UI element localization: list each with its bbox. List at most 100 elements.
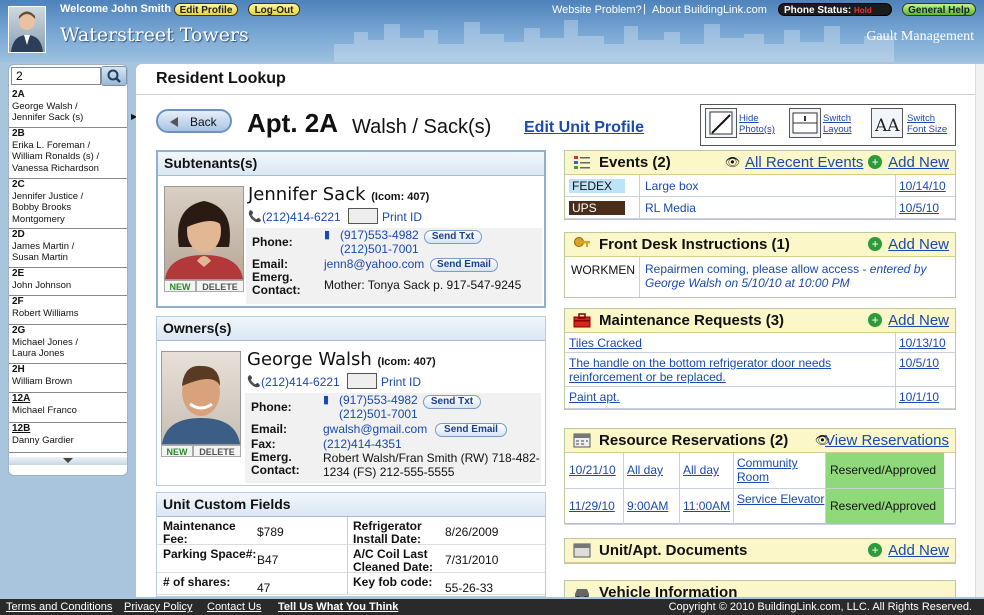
- add-new-label: Add New: [888, 236, 949, 253]
- website-problem-link[interactable]: Website Problem?: [552, 4, 642, 16]
- id-card-icon[interactable]: [347, 373, 377, 389]
- add-new-request[interactable]: + Add New: [868, 312, 949, 329]
- second-phone[interactable]: (212)501-7001: [340, 242, 419, 256]
- delete-button[interactable]: DELETE: [193, 445, 241, 457]
- list-item[interactable]: 2F Robert Williams: [9, 296, 127, 325]
- list-item[interactable]: 2H William Brown: [9, 364, 127, 393]
- view-reservations-link[interactable]: View Reservations: [825, 432, 949, 449]
- event-date[interactable]: 10/5/10: [899, 201, 939, 215]
- edit-profile-button[interactable]: Edit Profile: [174, 3, 238, 16]
- user-avatar[interactable]: [8, 6, 46, 53]
- contact-link[interactable]: Contact Us: [207, 601, 261, 613]
- reservation-resource[interactable]: Service Elevator: [737, 492, 824, 506]
- reservation-end[interactable]: All day: [683, 463, 719, 477]
- phone-status[interactable]: Phone Status: Hold: [778, 3, 892, 16]
- fax-number[interactable]: (212)414-4351: [323, 437, 402, 451]
- send-email-button[interactable]: Send Email: [430, 258, 498, 272]
- events-title: Events (2): [599, 154, 671, 171]
- search-button[interactable]: [101, 66, 127, 86]
- request-description[interactable]: Paint apt.: [569, 390, 620, 404]
- maintenance-row[interactable]: Paint apt. 10/1/10: [565, 387, 955, 409]
- event-description[interactable]: Large box: [645, 179, 698, 193]
- event-date[interactable]: 10/14/10: [899, 179, 946, 193]
- events-header: Events (2) 👁 All Recent Events + Add New: [565, 151, 955, 175]
- terms-link[interactable]: Terms and Conditions: [6, 601, 112, 613]
- reservation-end[interactable]: 11:00AM: [683, 499, 730, 513]
- list-item[interactable]: 2A George Walsh / Jennifer Sack (s): [9, 89, 127, 128]
- welcome-text: Welcome John Smith: [60, 3, 172, 15]
- switch-font-link[interactable]: Switch Font Size: [907, 113, 947, 135]
- list-item[interactable]: 2B Erika L. Foreman / William Ronalds (s)…: [9, 128, 127, 179]
- add-new-instruction[interactable]: + Add New: [868, 236, 949, 253]
- emergency-contact: Mother: Tonya Sack p. 917-547-9245: [324, 278, 522, 292]
- icom-number: (Icom: 407): [371, 191, 430, 203]
- event-row[interactable]: UPS RL Media 10/5/10: [565, 197, 955, 219]
- request-date[interactable]: 10/5/10: [899, 356, 939, 370]
- hide-photos-icon[interactable]: [705, 108, 737, 138]
- maintenance-row[interactable]: Tiles Cracked 10/13/10: [565, 333, 955, 353]
- print-id-link[interactable]: Print ID: [381, 375, 421, 389]
- event-row[interactable]: FEDEX Large box 10/14/10: [565, 175, 955, 197]
- field-value: $789: [257, 525, 284, 539]
- event-description[interactable]: RL Media: [645, 201, 696, 215]
- list-item[interactable]: 12A Michael Franco: [9, 393, 127, 423]
- request-description[interactable]: Tiles Cracked: [569, 336, 642, 350]
- print-id-link[interactable]: Print ID: [382, 210, 422, 224]
- feedback-link[interactable]: Tell Us What You Think: [278, 601, 398, 613]
- resident-names: William Brown: [12, 375, 73, 387]
- list-item[interactable]: 2E John Johnson: [9, 268, 127, 296]
- add-new-document[interactable]: + Add New: [868, 542, 949, 559]
- privacy-link[interactable]: Privacy Policy: [124, 601, 192, 613]
- reservation-start[interactable]: 9:00AM: [627, 499, 668, 513]
- list-item[interactable]: 2D James Martin / Susan Martin: [9, 229, 127, 268]
- reservation-row[interactable]: 11/29/10 9:00AM 11:00AM Service Elevator Res…: [565, 489, 955, 525]
- send-txt-button[interactable]: Send Txt: [423, 395, 481, 409]
- divider: [347, 545, 348, 572]
- list-scroll-down[interactable]: [9, 457, 127, 465]
- email-link[interactable]: jenn8@yahoo.com: [324, 257, 424, 271]
- reservations-title: Resource Reservations (2): [599, 432, 789, 449]
- add-new-event[interactable]: + Add New: [868, 154, 949, 171]
- reservation-date[interactable]: 10/21/10: [569, 463, 616, 477]
- home-phone[interactable]: (212)414-6221: [261, 375, 340, 389]
- subtenant-name-text: Jennifer Sack: [248, 184, 366, 205]
- list-item[interactable]: 2G Michael Jones / Laura Jones: [9, 325, 127, 364]
- delete-button[interactable]: DELETE: [196, 280, 244, 292]
- list-item[interactable]: 12B Danny Gardier: [9, 423, 127, 453]
- mobile-phone[interactable]: (917)553-4982: [339, 393, 418, 407]
- switch-layout-icon[interactable]: [789, 108, 821, 138]
- id-card-icon[interactable]: [348, 208, 378, 224]
- maintenance-row[interactable]: The handle on the bottom refrigerator do…: [565, 353, 955, 387]
- home-phone[interactable]: (212)414-6221: [262, 210, 341, 224]
- request-date[interactable]: 10/13/10: [899, 336, 946, 350]
- hide-photos-link[interactable]: Hide Photo(s): [739, 113, 775, 135]
- reservation-resource[interactable]: Community Room: [737, 456, 798, 484]
- request-date[interactable]: 10/1/10: [899, 390, 939, 404]
- home-phone-icon: 📞: [247, 376, 261, 388]
- search-input[interactable]: [11, 67, 101, 85]
- request-description[interactable]: The handle on the bottom refrigerator do…: [569, 356, 831, 384]
- reservation-start[interactable]: All day: [627, 463, 663, 477]
- reservation-date[interactable]: 11/29/10: [569, 499, 615, 513]
- switch-layout-link[interactable]: Switch Layout: [823, 113, 852, 135]
- general-help-button[interactable]: General Help: [902, 3, 976, 16]
- maintenance-panel: Maintenance Requests (3) + Add New Tiles …: [564, 308, 956, 410]
- back-button[interactable]: Back: [156, 109, 232, 133]
- switch-font-icon[interactable]: AA: [871, 108, 903, 138]
- new-button[interactable]: NEW: [161, 445, 193, 457]
- reservation-status: Reserved/Approved: [826, 453, 944, 488]
- send-email-button[interactable]: Send Email: [435, 423, 507, 437]
- about-link[interactable]: About BuildingLink.com: [652, 4, 767, 16]
- second-phone[interactable]: (212)501-7001: [339, 407, 418, 421]
- email-link[interactable]: gwalsh@gmail.com: [323, 422, 427, 436]
- logout-button[interactable]: Log-Out: [248, 3, 300, 16]
- back-arrow-icon: [170, 117, 178, 127]
- reservation-row[interactable]: 10/21/10 All day All day Community Room Rese…: [565, 453, 955, 489]
- mobile-phone[interactable]: (917)553-4982: [340, 228, 419, 242]
- new-button[interactable]: NEW: [164, 280, 196, 292]
- edit-unit-profile-link[interactable]: Edit Unit Profile: [524, 119, 644, 137]
- all-recent-events-link[interactable]: All Recent Events: [745, 154, 863, 171]
- send-txt-button[interactable]: Send Txt: [424, 230, 482, 244]
- list-item[interactable]: 2C Jennifer Justice / Bobby Brooks Montgo…: [9, 179, 127, 229]
- page-scrollbar[interactable]: [975, 64, 984, 597]
